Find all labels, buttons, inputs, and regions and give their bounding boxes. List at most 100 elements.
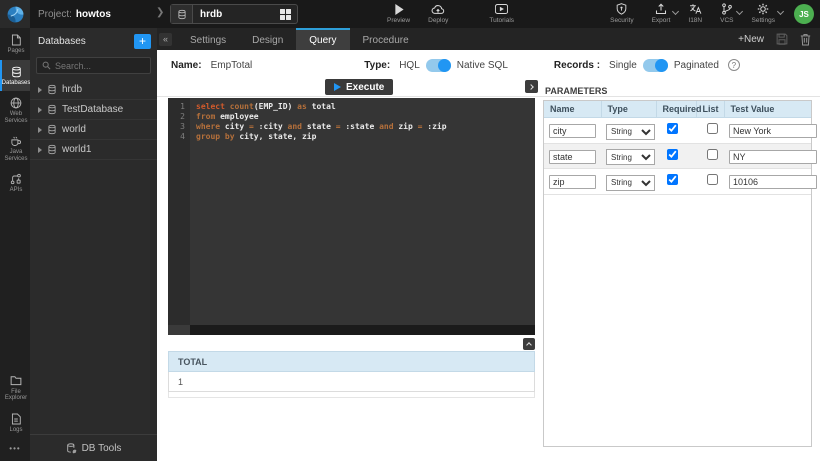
param-test-value-input[interactable] — [729, 150, 817, 164]
security-button[interactable]: Security — [610, 3, 633, 24]
tree-expand-caret-icon[interactable] — [38, 107, 42, 113]
help-icon[interactable]: ? — [728, 59, 740, 71]
sidebar-item-file-explorer[interactable]: File Explorer — [0, 369, 30, 407]
export-label: Export — [652, 17, 671, 24]
param-row-city: String — [544, 118, 811, 144]
database-icon — [171, 5, 193, 23]
sidebar-item-pages[interactable]: Pages — [0, 28, 30, 60]
tab-settings[interactable]: Settings — [177, 28, 239, 50]
user-avatar[interactable]: JS — [794, 4, 814, 24]
databases-panel-header: Databases + — [30, 28, 157, 54]
tree-expand-caret-icon[interactable] — [38, 147, 42, 153]
db-tree-item-label: world1 — [62, 144, 91, 155]
vcs-caret-icon — [735, 8, 742, 15]
i18n-translate-icon — [689, 3, 702, 15]
rail-more-button[interactable]: ••• — [0, 438, 30, 461]
param-type-select[interactable]: String — [606, 124, 655, 140]
settings-button[interactable]: Settings — [752, 3, 776, 24]
databases-panel: Databases + hrdb TestDatabase world — [30, 28, 157, 461]
add-database-button[interactable]: + — [134, 34, 151, 49]
preview-play-icon — [394, 3, 404, 15]
tree-expand-caret-icon[interactable] — [38, 87, 42, 93]
sidebar-item-databases[interactable]: Databases — [0, 60, 30, 92]
new-query-button[interactable]: +New — [738, 34, 764, 45]
param-type-select[interactable]: String — [606, 149, 655, 165]
editor-code[interactable]: select count(EMP_ID) as totalfrom employ… — [190, 98, 535, 335]
query-workspace: Name: EmpTotal Type: HQL Native SQL Reco… — [157, 50, 820, 461]
param-column-header: Type — [601, 101, 656, 118]
db-tree-item-world[interactable]: world — [30, 120, 157, 140]
sidebar-item-logs[interactable]: Logs — [0, 407, 30, 439]
code-line: from employee — [196, 112, 535, 122]
sidebar-item-java-services[interactable]: Java Services — [0, 129, 30, 167]
chevron-right-icon — [528, 84, 534, 90]
db-tree-item-world1[interactable]: world1 — [30, 140, 157, 160]
trash-icon — [800, 33, 811, 46]
database-icon — [47, 144, 57, 155]
vcs-button[interactable]: VCS — [720, 3, 733, 24]
param-required-checkbox[interactable] — [667, 174, 678, 185]
type-toggle[interactable] — [426, 59, 451, 72]
grid-view-icon[interactable] — [280, 9, 291, 20]
project-label: Project: — [38, 9, 72, 20]
results-collapse-button[interactable] — [523, 338, 535, 350]
line-number: 3 — [168, 122, 185, 132]
records-toggle[interactable] — [643, 59, 668, 72]
deploy-button[interactable]: Deploy — [428, 3, 448, 24]
tab-design[interactable]: Design — [239, 28, 296, 50]
preview-button[interactable]: Preview — [387, 3, 410, 24]
editor-line-numbers: 1234 — [168, 98, 190, 335]
param-required-checkbox[interactable] — [667, 123, 678, 134]
rail-spacer — [0, 199, 30, 369]
chevron-up-icon — [526, 342, 532, 348]
tutorials-button[interactable]: Tutorials — [489, 3, 514, 24]
db-tree-item-label: hrdb — [62, 84, 82, 95]
db-tree-item-testdatabase[interactable]: TestDatabase — [30, 100, 157, 120]
tutorials-video-icon — [495, 3, 508, 15]
settings-gear-icon — [757, 3, 769, 15]
param-test-value-input[interactable] — [729, 124, 817, 138]
tutorials-label: Tutorials — [489, 17, 514, 24]
param-type-select[interactable]: String — [606, 175, 655, 191]
selected-database-name: hrdb — [193, 9, 280, 20]
db-tree-item-hrdb[interactable]: hrdb — [30, 80, 157, 100]
tabbar-right: +New — [738, 33, 820, 46]
database-selector[interactable]: hrdb — [170, 4, 298, 24]
preview-label: Preview — [387, 17, 410, 24]
web-services-globe-icon — [10, 97, 22, 109]
param-list-checkbox[interactable] — [707, 123, 718, 134]
param-column-header: Name — [544, 101, 601, 118]
param-name-input[interactable] — [549, 175, 596, 189]
sidebar-item-apis[interactable]: APIs — [0, 167, 30, 199]
app-logo[interactable] — [0, 0, 30, 28]
sql-editor[interactable]: 1234 select count(EMP_ID) as totalfrom e… — [168, 98, 535, 335]
security-label: Security — [610, 17, 633, 24]
execute-play-icon — [334, 83, 341, 91]
db-tools-label: DB Tools — [82, 443, 122, 454]
param-name-input[interactable] — [549, 124, 596, 138]
panel-collapse-button[interactable]: « — [159, 33, 172, 46]
save-button[interactable] — [776, 33, 788, 45]
execute-button[interactable]: Execute — [325, 79, 393, 95]
delete-button[interactable] — [800, 33, 811, 46]
export-button[interactable]: Export — [652, 3, 671, 24]
tree-expand-caret-icon[interactable] — [38, 127, 42, 133]
tab-procedure[interactable]: Procedure — [350, 28, 422, 50]
db-tools-button[interactable]: DB Tools — [30, 434, 157, 461]
search-icon — [42, 61, 51, 70]
param-list-checkbox[interactable] — [707, 174, 718, 185]
line-number: 1 — [168, 102, 185, 112]
sidebar-item-web-services[interactable]: Web Services — [0, 91, 30, 129]
i18n-button[interactable]: I18N — [688, 3, 702, 24]
project-breadcrumb: Project: howtos — [38, 0, 111, 28]
param-name-input[interactable] — [549, 150, 596, 164]
pages-icon — [11, 34, 21, 46]
security-shield-icon — [616, 3, 627, 15]
param-test-value-input[interactable] — [729, 175, 817, 189]
search-input[interactable] — [55, 61, 145, 71]
tab-query[interactable]: Query — [296, 28, 349, 50]
editor-horizontal-scrollbar[interactable] — [168, 325, 535, 335]
params-panel-toggle-button[interactable] — [525, 80, 538, 93]
param-list-checkbox[interactable] — [707, 149, 718, 160]
param-required-checkbox[interactable] — [667, 149, 678, 160]
